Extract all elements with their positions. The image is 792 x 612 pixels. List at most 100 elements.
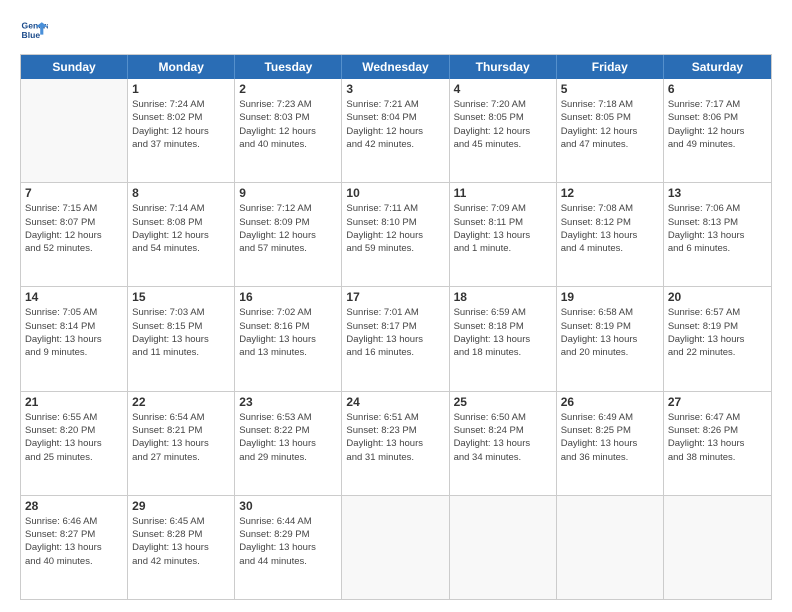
day-info: Sunrise: 6:55 AM Sunset: 8:20 PM Dayligh… (25, 411, 123, 464)
day-of-week-sunday: Sunday (21, 55, 128, 79)
day-info: Sunrise: 7:17 AM Sunset: 8:06 PM Dayligh… (668, 98, 767, 151)
empty-cell (664, 496, 771, 599)
day-number: 27 (668, 395, 767, 409)
day-info: Sunrise: 7:21 AM Sunset: 8:04 PM Dayligh… (346, 98, 444, 151)
day-cell-11: 11 Sunrise: 7:09 AM Sunset: 8:11 PM Dayli… (450, 183, 557, 286)
day-number: 19 (561, 290, 659, 304)
day-of-week-monday: Monday (128, 55, 235, 79)
day-of-week-saturday: Saturday (664, 55, 771, 79)
day-info: Sunrise: 7:14 AM Sunset: 8:08 PM Dayligh… (132, 202, 230, 255)
day-info: Sunrise: 6:59 AM Sunset: 8:18 PM Dayligh… (454, 306, 552, 359)
day-cell-28: 28 Sunrise: 6:46 AM Sunset: 8:27 PM Dayli… (21, 496, 128, 599)
day-number: 15 (132, 290, 230, 304)
day-cell-2: 2 Sunrise: 7:23 AM Sunset: 8:03 PM Daylig… (235, 79, 342, 182)
empty-cell (21, 79, 128, 182)
day-number: 25 (454, 395, 552, 409)
day-info: Sunrise: 7:12 AM Sunset: 8:09 PM Dayligh… (239, 202, 337, 255)
day-number: 5 (561, 82, 659, 96)
day-info: Sunrise: 6:46 AM Sunset: 8:27 PM Dayligh… (25, 515, 123, 568)
day-cell-18: 18 Sunrise: 6:59 AM Sunset: 8:18 PM Dayli… (450, 287, 557, 390)
day-cell-27: 27 Sunrise: 6:47 AM Sunset: 8:26 PM Dayli… (664, 392, 771, 495)
day-info: Sunrise: 6:44 AM Sunset: 8:29 PM Dayligh… (239, 515, 337, 568)
day-info: Sunrise: 6:54 AM Sunset: 8:21 PM Dayligh… (132, 411, 230, 464)
day-info: Sunrise: 7:05 AM Sunset: 8:14 PM Dayligh… (25, 306, 123, 359)
week-row-5: 28 Sunrise: 6:46 AM Sunset: 8:27 PM Dayli… (21, 496, 771, 599)
day-info: Sunrise: 7:23 AM Sunset: 8:03 PM Dayligh… (239, 98, 337, 151)
day-info: Sunrise: 6:45 AM Sunset: 8:28 PM Dayligh… (132, 515, 230, 568)
day-number: 8 (132, 186, 230, 200)
day-number: 3 (346, 82, 444, 96)
day-cell-6: 6 Sunrise: 7:17 AM Sunset: 8:06 PM Daylig… (664, 79, 771, 182)
day-number: 30 (239, 499, 337, 513)
day-cell-25: 25 Sunrise: 6:50 AM Sunset: 8:24 PM Dayli… (450, 392, 557, 495)
day-info: Sunrise: 6:49 AM Sunset: 8:25 PM Dayligh… (561, 411, 659, 464)
calendar: SundayMondayTuesdayWednesdayThursdayFrid… (20, 54, 772, 600)
day-cell-29: 29 Sunrise: 6:45 AM Sunset: 8:28 PM Dayli… (128, 496, 235, 599)
day-number: 9 (239, 186, 337, 200)
day-info: Sunrise: 6:50 AM Sunset: 8:24 PM Dayligh… (454, 411, 552, 464)
day-info: Sunrise: 6:47 AM Sunset: 8:26 PM Dayligh… (668, 411, 767, 464)
day-info: Sunrise: 7:09 AM Sunset: 8:11 PM Dayligh… (454, 202, 552, 255)
day-number: 28 (25, 499, 123, 513)
day-number: 24 (346, 395, 444, 409)
day-cell-13: 13 Sunrise: 7:06 AM Sunset: 8:13 PM Dayli… (664, 183, 771, 286)
day-cell-9: 9 Sunrise: 7:12 AM Sunset: 8:09 PM Daylig… (235, 183, 342, 286)
day-of-week-thursday: Thursday (450, 55, 557, 79)
logo-icon: General Blue (20, 16, 48, 44)
day-cell-22: 22Sunrise: 6:54 AM Sunset: 8:21 PM Dayli… (128, 392, 235, 495)
day-of-week-tuesday: Tuesday (235, 55, 342, 79)
day-cell-19: 19Sunrise: 6:58 AM Sunset: 8:19 PM Dayli… (557, 287, 664, 390)
day-cell-26: 26 Sunrise: 6:49 AM Sunset: 8:25 PM Dayli… (557, 392, 664, 495)
day-number: 16 (239, 290, 337, 304)
day-cell-20: 20 Sunrise: 6:57 AM Sunset: 8:19 PM Dayli… (664, 287, 771, 390)
day-number: 2 (239, 82, 337, 96)
day-info: Sunrise: 7:24 AM Sunset: 8:02 PM Dayligh… (132, 98, 230, 151)
day-cell-15: 15 Sunrise: 7:03 AM Sunset: 8:15 PM Dayli… (128, 287, 235, 390)
day-info: Sunrise: 7:18 AM Sunset: 8:05 PM Dayligh… (561, 98, 659, 151)
day-number: 21 (25, 395, 123, 409)
day-cell-1: 1Sunrise: 7:24 AM Sunset: 8:02 PM Daylig… (128, 79, 235, 182)
day-cell-3: 3 Sunrise: 7:21 AM Sunset: 8:04 PM Daylig… (342, 79, 449, 182)
day-number: 26 (561, 395, 659, 409)
day-number: 18 (454, 290, 552, 304)
week-row-1: 1Sunrise: 7:24 AM Sunset: 8:02 PM Daylig… (21, 79, 771, 183)
day-info: Sunrise: 7:03 AM Sunset: 8:15 PM Dayligh… (132, 306, 230, 359)
day-cell-8: 8 Sunrise: 7:14 AM Sunset: 8:08 PM Daylig… (128, 183, 235, 286)
svg-text:Blue: Blue (22, 30, 41, 40)
day-number: 12 (561, 186, 659, 200)
day-info: Sunrise: 7:15 AM Sunset: 8:07 PM Dayligh… (25, 202, 123, 255)
day-cell-24: 24Sunrise: 6:51 AM Sunset: 8:23 PM Dayli… (342, 392, 449, 495)
empty-cell (557, 496, 664, 599)
day-info: Sunrise: 7:02 AM Sunset: 8:16 PM Dayligh… (239, 306, 337, 359)
day-number: 11 (454, 186, 552, 200)
week-row-3: 14Sunrise: 7:05 AM Sunset: 8:14 PM Dayli… (21, 287, 771, 391)
day-number: 13 (668, 186, 767, 200)
day-number: 17 (346, 290, 444, 304)
logo: General Blue (20, 16, 52, 44)
calendar-body: 1Sunrise: 7:24 AM Sunset: 8:02 PM Daylig… (21, 79, 771, 599)
day-cell-5: 5 Sunrise: 7:18 AM Sunset: 8:05 PM Daylig… (557, 79, 664, 182)
day-info: Sunrise: 7:20 AM Sunset: 8:05 PM Dayligh… (454, 98, 552, 151)
day-number: 7 (25, 186, 123, 200)
day-info: Sunrise: 7:11 AM Sunset: 8:10 PM Dayligh… (346, 202, 444, 255)
day-info: Sunrise: 6:57 AM Sunset: 8:19 PM Dayligh… (668, 306, 767, 359)
day-info: Sunrise: 7:01 AM Sunset: 8:17 PM Dayligh… (346, 306, 444, 359)
week-row-4: 21 Sunrise: 6:55 AM Sunset: 8:20 PM Dayli… (21, 392, 771, 496)
day-info: Sunrise: 7:06 AM Sunset: 8:13 PM Dayligh… (668, 202, 767, 255)
day-cell-23: 23Sunrise: 6:53 AM Sunset: 8:22 PM Dayli… (235, 392, 342, 495)
day-cell-30: 30 Sunrise: 6:44 AM Sunset: 8:29 PM Dayli… (235, 496, 342, 599)
day-of-week-friday: Friday (557, 55, 664, 79)
day-cell-10: 10Sunrise: 7:11 AM Sunset: 8:10 PM Dayli… (342, 183, 449, 286)
day-cell-14: 14Sunrise: 7:05 AM Sunset: 8:14 PM Dayli… (21, 287, 128, 390)
day-cell-4: 4Sunrise: 7:20 AM Sunset: 8:05 PM Daylig… (450, 79, 557, 182)
day-of-week-wednesday: Wednesday (342, 55, 449, 79)
day-number: 6 (668, 82, 767, 96)
day-number: 29 (132, 499, 230, 513)
day-cell-21: 21 Sunrise: 6:55 AM Sunset: 8:20 PM Dayli… (21, 392, 128, 495)
page: General Blue SundayMondayTuesdayWednesda… (0, 0, 792, 612)
day-cell-12: 12Sunrise: 7:08 AM Sunset: 8:12 PM Dayli… (557, 183, 664, 286)
day-number: 20 (668, 290, 767, 304)
calendar-header: SundayMondayTuesdayWednesdayThursdayFrid… (21, 55, 771, 79)
week-row-2: 7 Sunrise: 7:15 AM Sunset: 8:07 PM Daylig… (21, 183, 771, 287)
day-cell-16: 16 Sunrise: 7:02 AM Sunset: 8:16 PM Dayli… (235, 287, 342, 390)
